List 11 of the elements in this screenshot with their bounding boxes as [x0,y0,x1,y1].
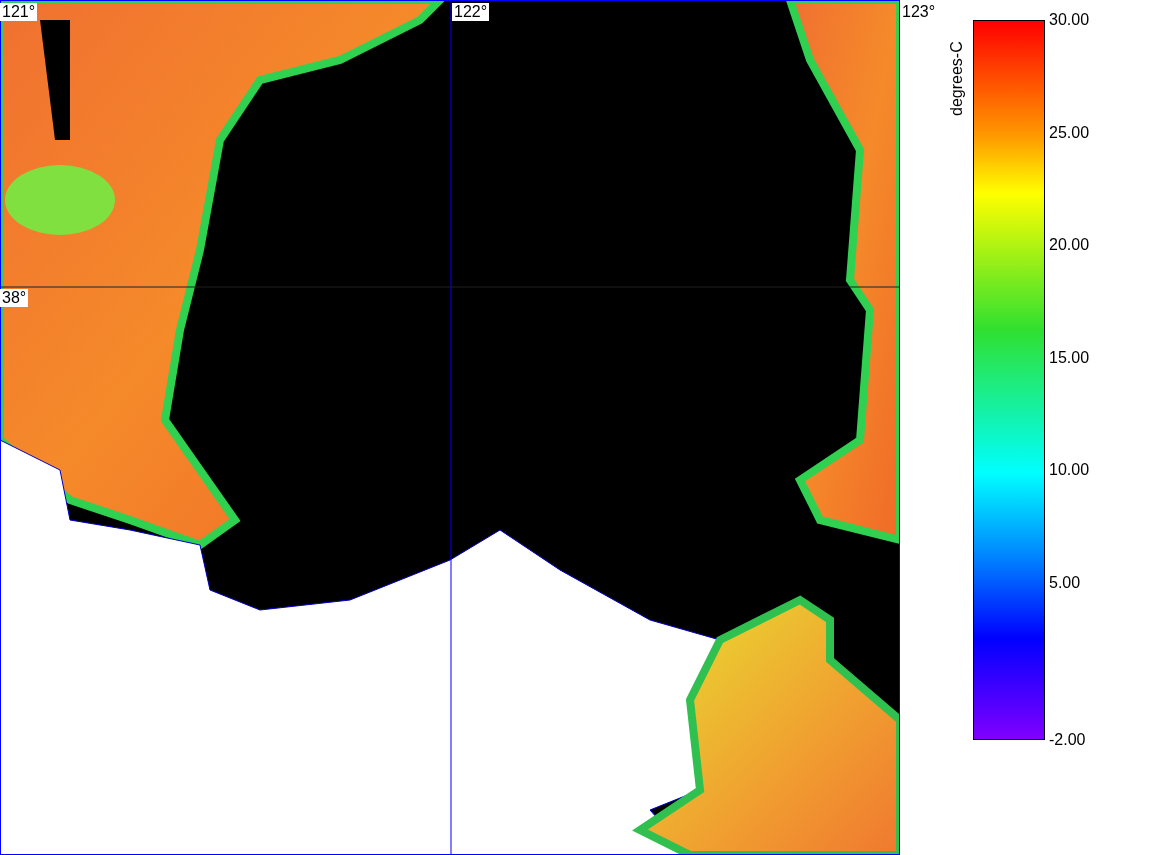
scale-tick-label: 20.00 [1049,236,1090,254]
scale-tick-label: 5.00 [1049,573,1081,592]
scale-tick-label: 10.00 [1049,461,1090,479]
latitude-label: 38° [0,289,29,307]
scale-tick-label: 15.00 [1049,348,1090,367]
scale-tick-label: 30.00 [1049,11,1090,29]
legend-title: degrees-C [948,41,966,116]
scale-tick-label: -2.00 [1049,731,1086,749]
longitude-label: 122° [452,3,490,21]
longitude-label: 121° [0,3,38,21]
scale-tick-label: 25.00 [1049,123,1090,142]
